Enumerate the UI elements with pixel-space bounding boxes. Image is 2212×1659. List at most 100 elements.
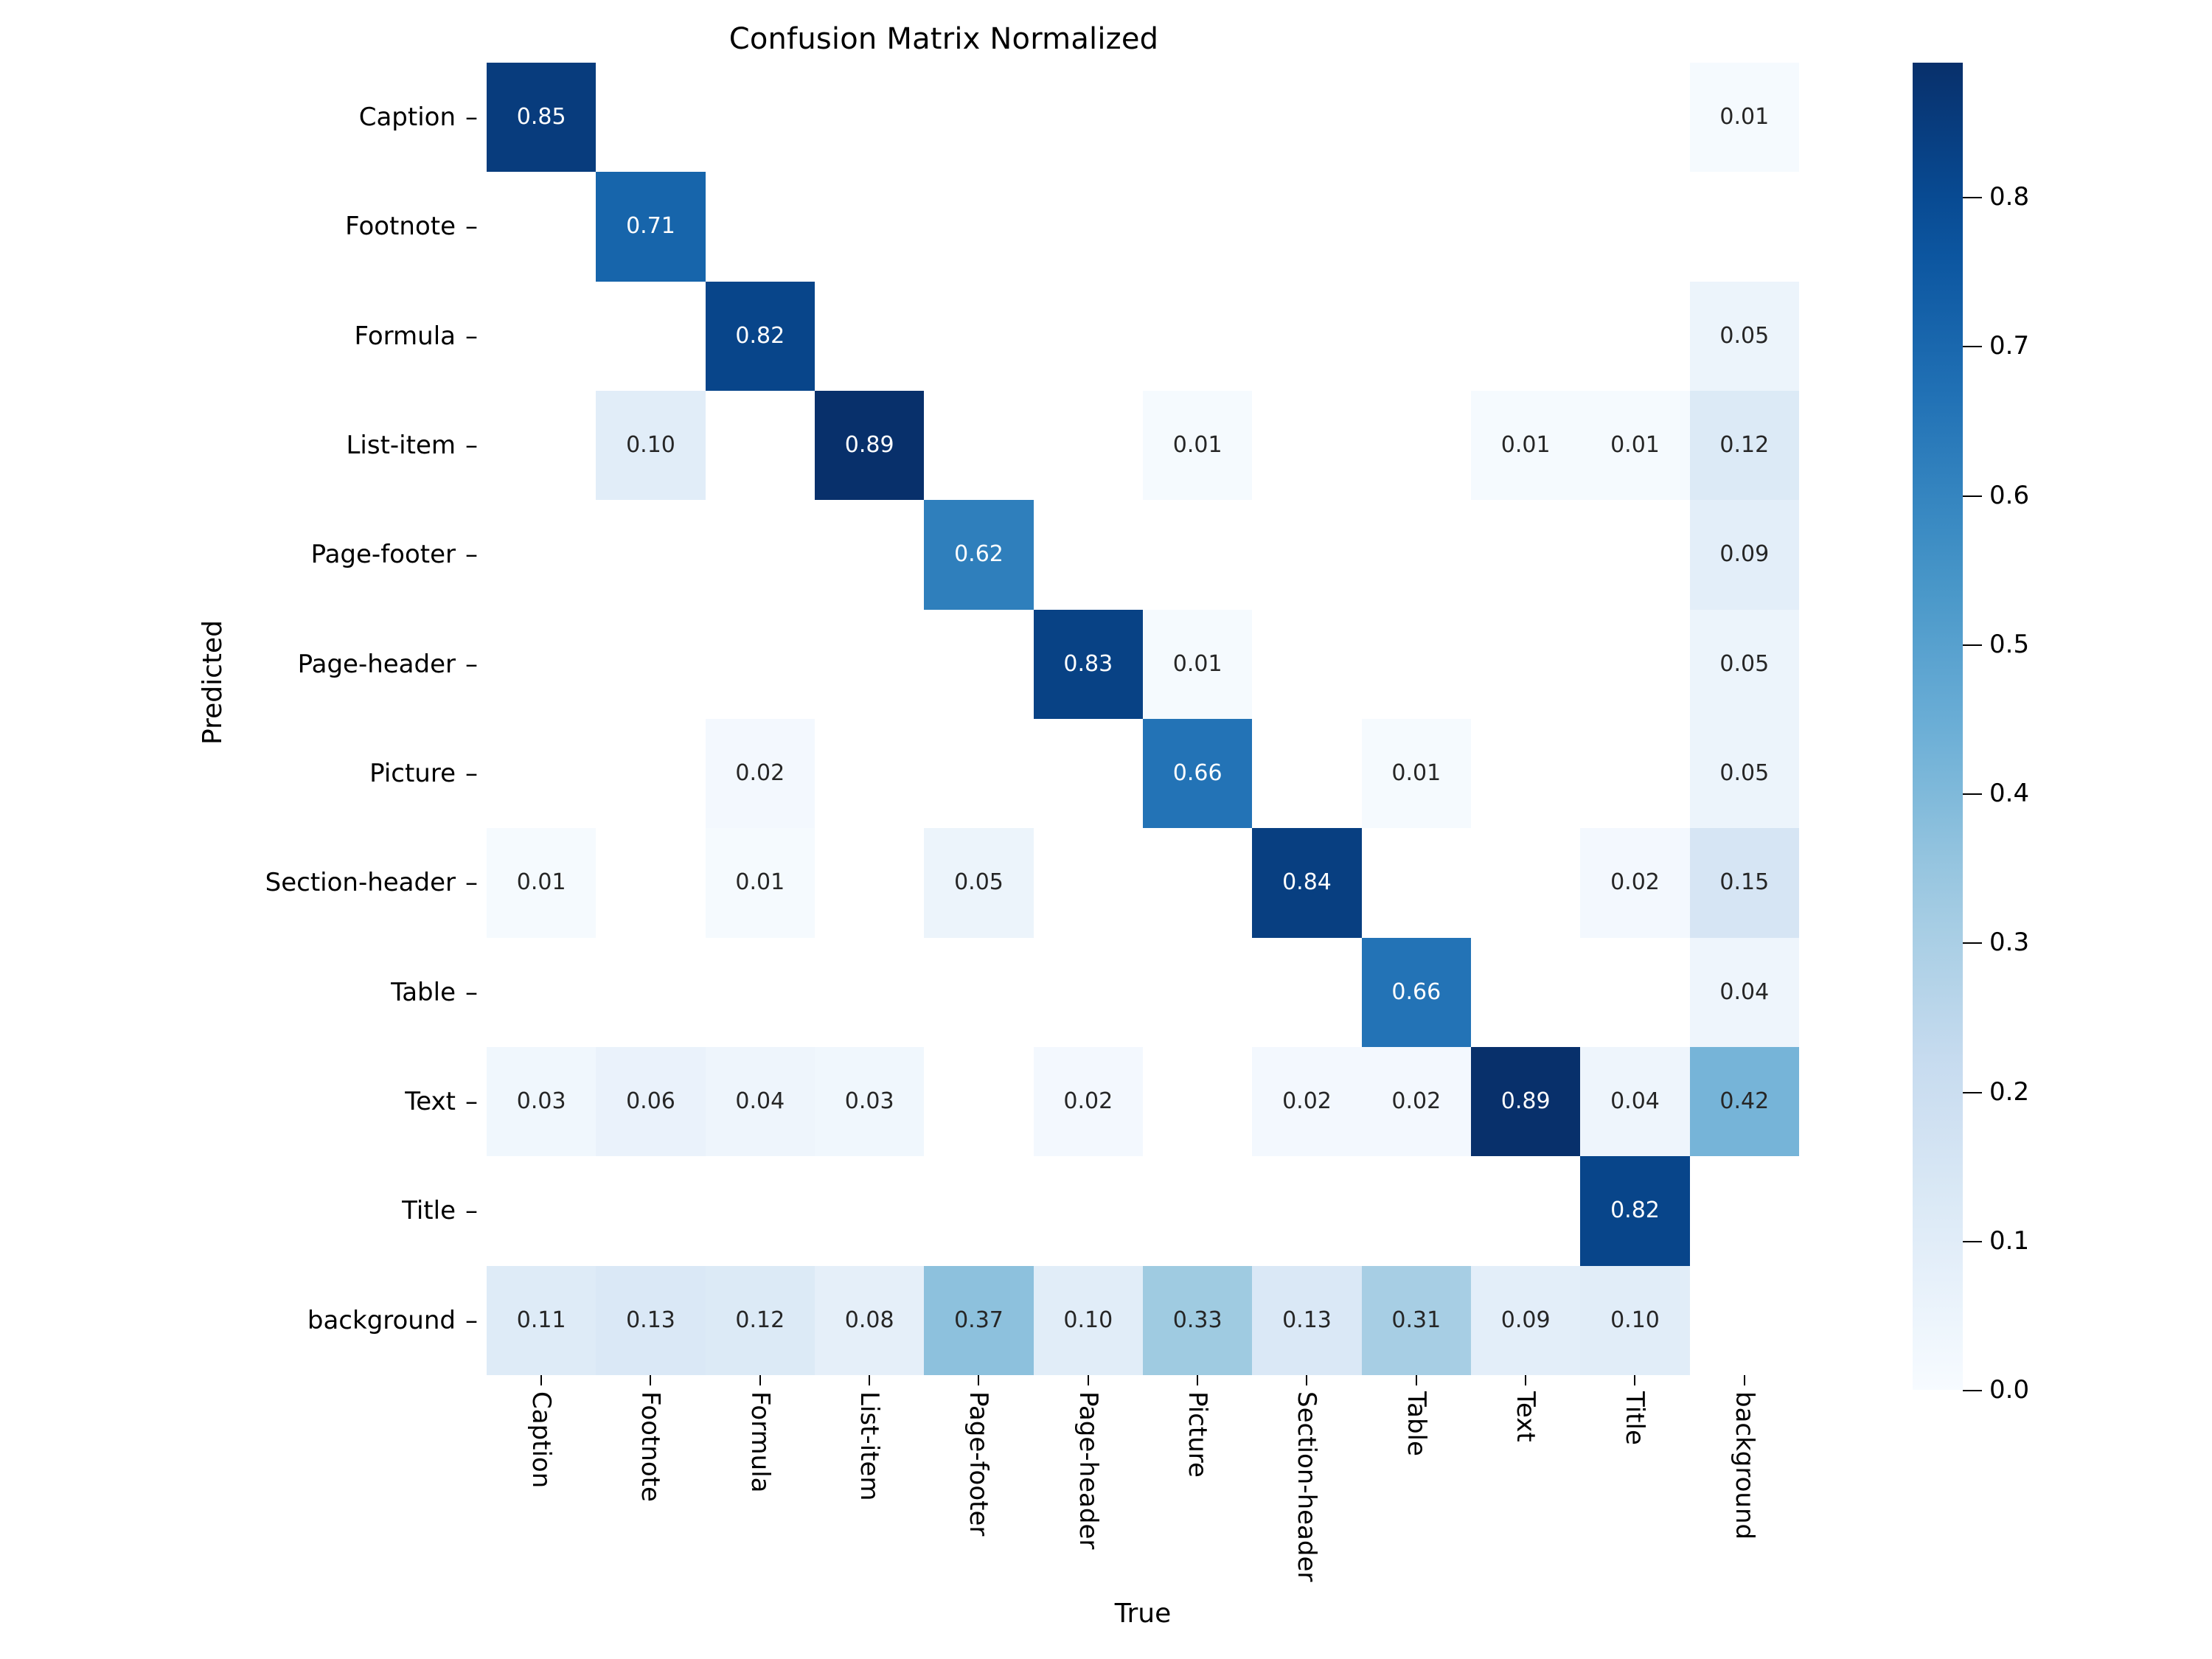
heatmap-cell [1470,500,1581,610]
heatmap-cell [1580,718,1690,829]
cell-value: 0.09 [1500,1307,1551,1333]
colorbar-tick-label: 0.4 [1989,779,2030,808]
cell-value: 0.02 [1282,1088,1332,1115]
cell-value: 0.12 [1719,432,1770,459]
heatmap-cell: 0.04 [705,1046,815,1157]
cell-value: 0.42 [1719,1088,1770,1115]
heatmap-cell: 0.01 [1142,609,1253,719]
x-tick-text: Footnote [636,1391,666,1502]
cell-value: 0.02 [1391,1088,1441,1115]
y-tick-table: Table – [0,938,478,1047]
heatmap-cell: 0.15 [1689,828,1799,938]
x-tick-section-header: Section-header [1252,1375,1361,1589]
heatmap-cell [487,1156,597,1266]
y-tick-text: Page-footer [310,540,456,570]
colorbar-tick-label: 0.3 [1989,928,2030,958]
heatmap-cell: 0.05 [1689,718,1799,829]
x-axis-label: True [1114,1599,1172,1629]
heatmap-cell: 0.04 [1689,937,1799,1047]
heatmap-cell [814,718,925,829]
x-tick-mark [650,1375,652,1385]
x-tick-mark [1634,1375,1636,1385]
colorbar-tick-mark [1963,495,1982,497]
heatmap-cell [705,390,815,501]
heatmap-cell [924,1156,1034,1266]
x-tick-text: Section-header [1292,1391,1322,1582]
heatmap-cell [924,281,1034,391]
heatmap-cell: 0.02 [1361,1046,1471,1157]
heatmap-cell: 0.05 [924,828,1034,938]
heatmap-cell [1033,828,1143,938]
cell-value: 0.66 [1172,760,1222,787]
x-tick-formula: Formula [706,1375,815,1589]
cell-value: 0.62 [954,541,1004,568]
heatmap-cell: 0.02 [1252,1046,1362,1157]
heatmap-cell: 0.11 [487,1265,597,1375]
cell-value: 0.15 [1719,869,1770,896]
heatmap-cell [1361,609,1471,719]
x-tick-text: background [1729,1391,1759,1540]
heatmap-cell [1361,828,1471,938]
heatmap-cell [705,63,815,173]
y-tick-text: Picture [369,759,456,789]
heatmap-cell [596,609,706,719]
heatmap-cell [1689,1265,1799,1375]
heatmap-cell [1361,172,1471,282]
y-tick-text: background [307,1305,456,1335]
cell-value: 0.02 [735,760,785,787]
heatmap-cell [705,609,815,719]
y-tick-mark: – [465,1087,478,1117]
cell-value: 0.82 [1610,1197,1660,1224]
heatmap-cell: 0.09 [1470,1265,1581,1375]
heatmap-cell: 0.01 [1361,718,1471,829]
cell-value: 0.08 [844,1307,894,1333]
heatmap-cell: 0.12 [1689,390,1799,501]
heatmap-cell [1470,609,1581,719]
x-tick-list-item: List-item [815,1375,924,1589]
heatmap-cell [924,172,1034,282]
colorbar-tick-label: 0.2 [1989,1077,2030,1107]
heatmap-cell [596,828,706,938]
y-tick-text: Formula [354,321,456,351]
heatmap-cell [1033,281,1143,391]
heatmap-cell: 0.10 [1580,1265,1690,1375]
cell-value: 0.01 [1610,432,1660,459]
heatmap-cell: 0.66 [1361,937,1471,1047]
heatmap-cell [1470,718,1581,829]
heatmap-cell: 0.01 [1470,390,1581,501]
x-tick-mark [1743,1375,1745,1385]
heatmap-cell [924,63,1034,173]
heatmap-cell [1252,500,1362,610]
heatmap-cell [1142,281,1253,391]
heatmap-cell: 0.83 [1033,609,1143,719]
colorbar: 0.0 0.1 0.2 0.3 0.4 0.5 0.6 0.7 0.8 [1913,63,2156,1405]
cell-value: 0.04 [735,1088,785,1115]
heatmap-cell: 0.02 [1033,1046,1143,1157]
heatmap-cell [596,937,706,1047]
y-tick-mark: – [465,1305,478,1335]
heatmap-cell [1361,390,1471,501]
x-tick-mark [540,1375,543,1385]
heatmap-cell [705,937,815,1047]
heatmap-cell [705,1156,815,1266]
heatmap-cell [1470,63,1581,173]
heatmap-cell: 0.09 [1689,500,1799,610]
cell-value: 0.04 [1719,978,1770,1005]
heatmap-cell [1361,1156,1471,1266]
cell-value: 0.09 [1719,541,1770,568]
heatmap-cell [1142,172,1253,282]
heatmap-cell: 0.03 [487,1046,597,1157]
confusion-matrix-figure: Confusion Matrix Normalized Predicted Ca… [0,0,2212,1659]
cell-value: 0.01 [516,869,566,896]
heatmap-cell: 0.31 [1361,1265,1471,1375]
x-tick-page-header: Page-header [1034,1375,1143,1589]
y-tick-text: Text – [0,1047,478,1156]
heatmap-cell [1142,937,1253,1047]
heatmap-cell [1470,172,1581,282]
cell-value: 0.13 [626,1307,675,1333]
heatmap-cell [1033,390,1143,501]
heatmap-cell [705,172,815,282]
heatmap-cell: 0.01 [487,828,597,938]
x-tick-text: Formula [745,1391,775,1493]
heatmap-cell [596,1156,706,1266]
